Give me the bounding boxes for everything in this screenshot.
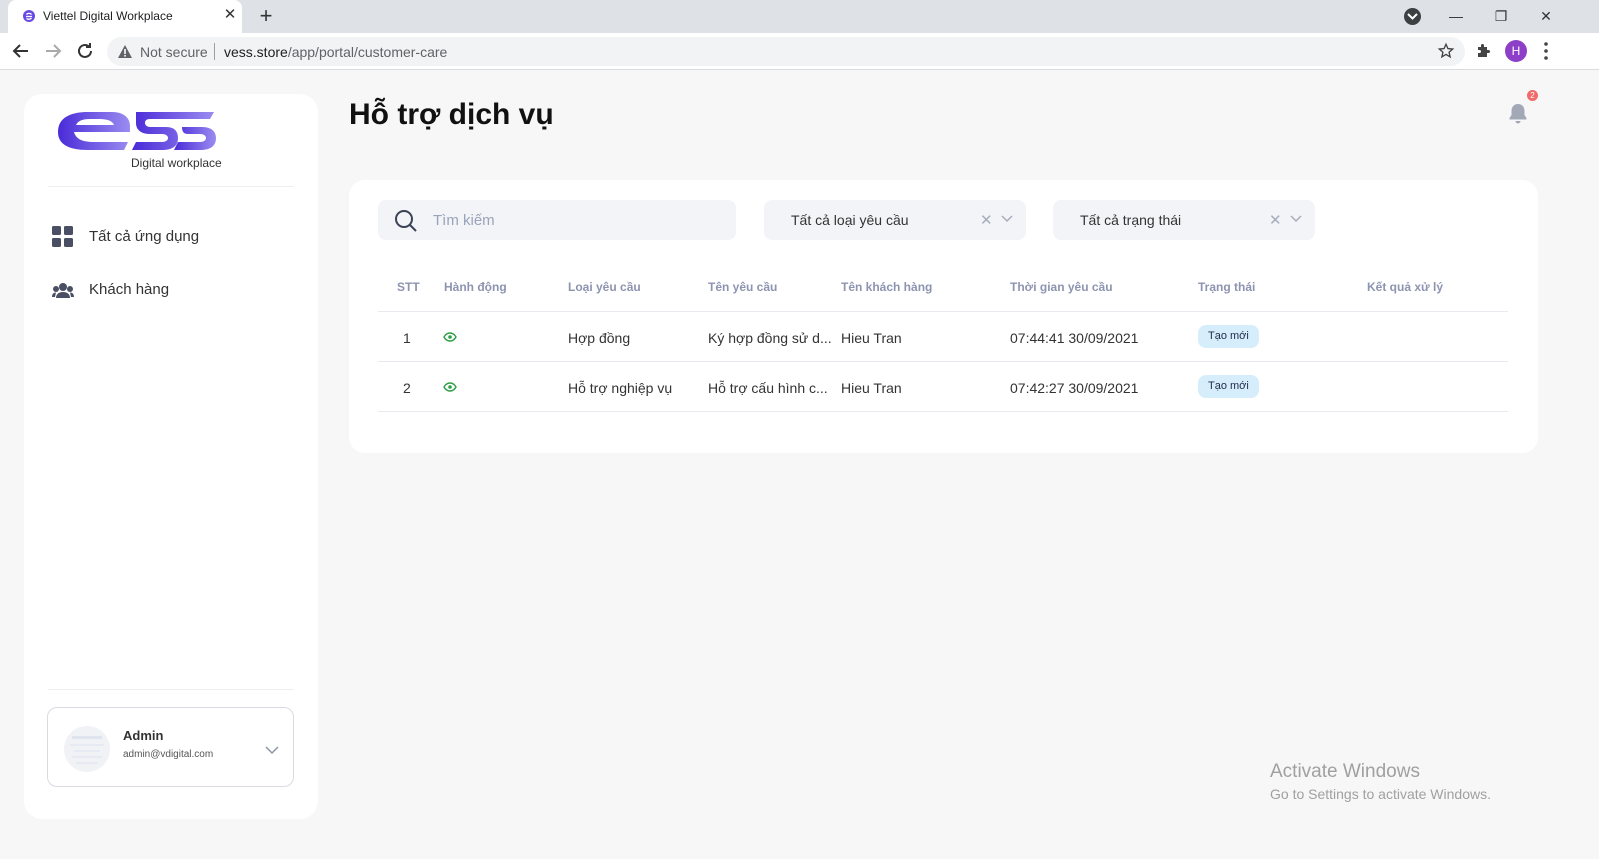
- search-icon: [395, 210, 417, 232]
- column-header-status[interactable]: Trạng thái: [1198, 280, 1255, 294]
- url-host: vess.store: [224, 44, 288, 60]
- table-row[interactable]: 2 Hỗ trợ nghiệp vụ Hỗ trợ cấu hình c... …: [378, 361, 1508, 411]
- security-label[interactable]: Not secure: [140, 44, 208, 60]
- column-header-request-type[interactable]: Loại yêu cầu: [568, 280, 641, 294]
- browser-toolbar: Not secure vess.store/app/portal/custome…: [0, 33, 1599, 70]
- tab-title: Viettel Digital Workplace: [43, 9, 173, 23]
- chevron-down-icon[interactable]: [265, 746, 279, 755]
- sidebar-item-label: Khách hàng: [89, 281, 170, 298]
- browser-tab-bar: Viettel Digital Workplace ✕ + — ❐ ✕: [0, 0, 1599, 33]
- chevron-down-icon[interactable]: [1290, 215, 1302, 223]
- customer-care-card: Tất cả loại yêu cầu ✕ Tất cả trạng thái …: [349, 180, 1538, 453]
- minimize-button[interactable]: —: [1441, 3, 1471, 29]
- request-type-value: Tất cả loại yêu cầu: [791, 212, 909, 228]
- notification-bell-icon[interactable]: [1507, 102, 1529, 124]
- sidebar: Digital workplace Tất cả ứng dụng Khách …: [24, 94, 318, 819]
- status-badge: Tạo mới: [1198, 375, 1259, 398]
- status-badge: Tạo mới: [1198, 325, 1259, 348]
- cell-request-name: Hỗ trợ cấu hình c...: [708, 380, 828, 396]
- sidebar-divider: [48, 689, 294, 690]
- search-box[interactable]: [378, 200, 736, 240]
- url-text[interactable]: vess.store/app/portal/customer-care: [224, 44, 447, 60]
- status-value: Tất cả trạng thái: [1080, 212, 1182, 228]
- url-path: /app/portal/customer-care: [287, 44, 448, 60]
- chevron-down-icon[interactable]: [1001, 215, 1013, 223]
- cell-request-type: Hợp đồng: [568, 330, 631, 346]
- column-header-customer-name[interactable]: Tên khách hàng: [841, 280, 932, 294]
- bookmark-star-icon[interactable]: [1437, 42, 1455, 60]
- notification-count-badge: 2: [1527, 90, 1538, 101]
- sidebar-item-all-apps[interactable]: Tất cả ứng dụng: [52, 222, 292, 252]
- sidebar-divider: [48, 186, 294, 187]
- cell-request-type: Hỗ trợ nghiệp vụ: [568, 380, 673, 396]
- restore-button[interactable]: ❐: [1486, 3, 1516, 29]
- clear-icon[interactable]: ✕: [980, 211, 993, 229]
- profile-avatar[interactable]: H: [1505, 40, 1527, 62]
- cell-request-name: Ký hợp đồng sử d...: [708, 330, 832, 346]
- cell-customer-name: Hieu Tran: [841, 330, 902, 346]
- browser-menu-icon[interactable]: [1540, 41, 1552, 61]
- user-name: Admin: [123, 728, 164, 743]
- close-window-button[interactable]: ✕: [1531, 3, 1561, 29]
- avatar: [64, 726, 110, 772]
- warning-icon[interactable]: [117, 44, 133, 59]
- cell-stt: 2: [403, 380, 411, 396]
- browser-tab[interactable]: Viettel Digital Workplace ✕: [8, 0, 242, 33]
- user-email: admin@vdigital.com: [123, 749, 214, 760]
- tab-search-icon[interactable]: [1404, 8, 1421, 25]
- ess-logo[interactable]: [54, 108, 220, 152]
- cell-stt: 1: [403, 330, 411, 346]
- user-profile-card[interactable]: Admin admin@vdigital.com: [47, 707, 294, 787]
- users-icon: [52, 283, 74, 298]
- column-header-stt[interactable]: STT: [397, 280, 420, 294]
- activate-windows-subtitle: Go to Settings to activate Windows.: [1270, 786, 1491, 802]
- view-eye-icon[interactable]: [443, 332, 457, 342]
- column-header-action[interactable]: Hành động: [444, 280, 507, 294]
- table-row[interactable]: 1 Hợp đồng Ký hợp đồng sử d... Hieu Tran…: [378, 311, 1508, 361]
- logo-subtitle: Digital workplace: [131, 156, 222, 170]
- table-bottom-border: [378, 411, 1508, 412]
- reload-icon[interactable]: [73, 39, 97, 63]
- sidebar-item-customers[interactable]: Khách hàng: [52, 275, 292, 305]
- extensions-puzzle-icon[interactable]: [1476, 42, 1492, 58]
- tab-close-icon[interactable]: ✕: [222, 6, 238, 24]
- divider: [214, 43, 215, 60]
- page-title: Hỗ trợ dịch vụ: [349, 98, 554, 131]
- cell-customer-name: Hieu Tran: [841, 380, 902, 396]
- column-header-request-name[interactable]: Tên yêu cầu: [708, 280, 777, 294]
- grid-icon: [52, 226, 73, 247]
- back-icon[interactable]: [9, 39, 33, 63]
- favicon-icon: [23, 10, 35, 22]
- request-type-select[interactable]: Tất cả loại yêu cầu ✕: [764, 200, 1026, 240]
- address-bar[interactable]: Not secure vess.store/app/portal/custome…: [107, 37, 1465, 66]
- column-header-request-time[interactable]: Thời gian yêu cầu: [1010, 280, 1113, 294]
- forward-icon[interactable]: [41, 39, 65, 63]
- clear-icon[interactable]: ✕: [1269, 211, 1282, 229]
- search-input[interactable]: [433, 200, 723, 240]
- cell-request-time: 07:42:27 30/09/2021: [1010, 380, 1139, 396]
- activate-windows-title: Activate Windows: [1270, 761, 1420, 782]
- new-tab-button[interactable]: +: [256, 4, 276, 28]
- column-header-result[interactable]: Kết quả xử lý: [1367, 280, 1443, 294]
- cell-request-time: 07:44:41 30/09/2021: [1010, 330, 1139, 346]
- sidebar-item-label: Tất cả ứng dụng: [89, 228, 200, 245]
- view-eye-icon[interactable]: [443, 382, 457, 392]
- status-select[interactable]: Tất cả trạng thái ✕: [1053, 200, 1315, 240]
